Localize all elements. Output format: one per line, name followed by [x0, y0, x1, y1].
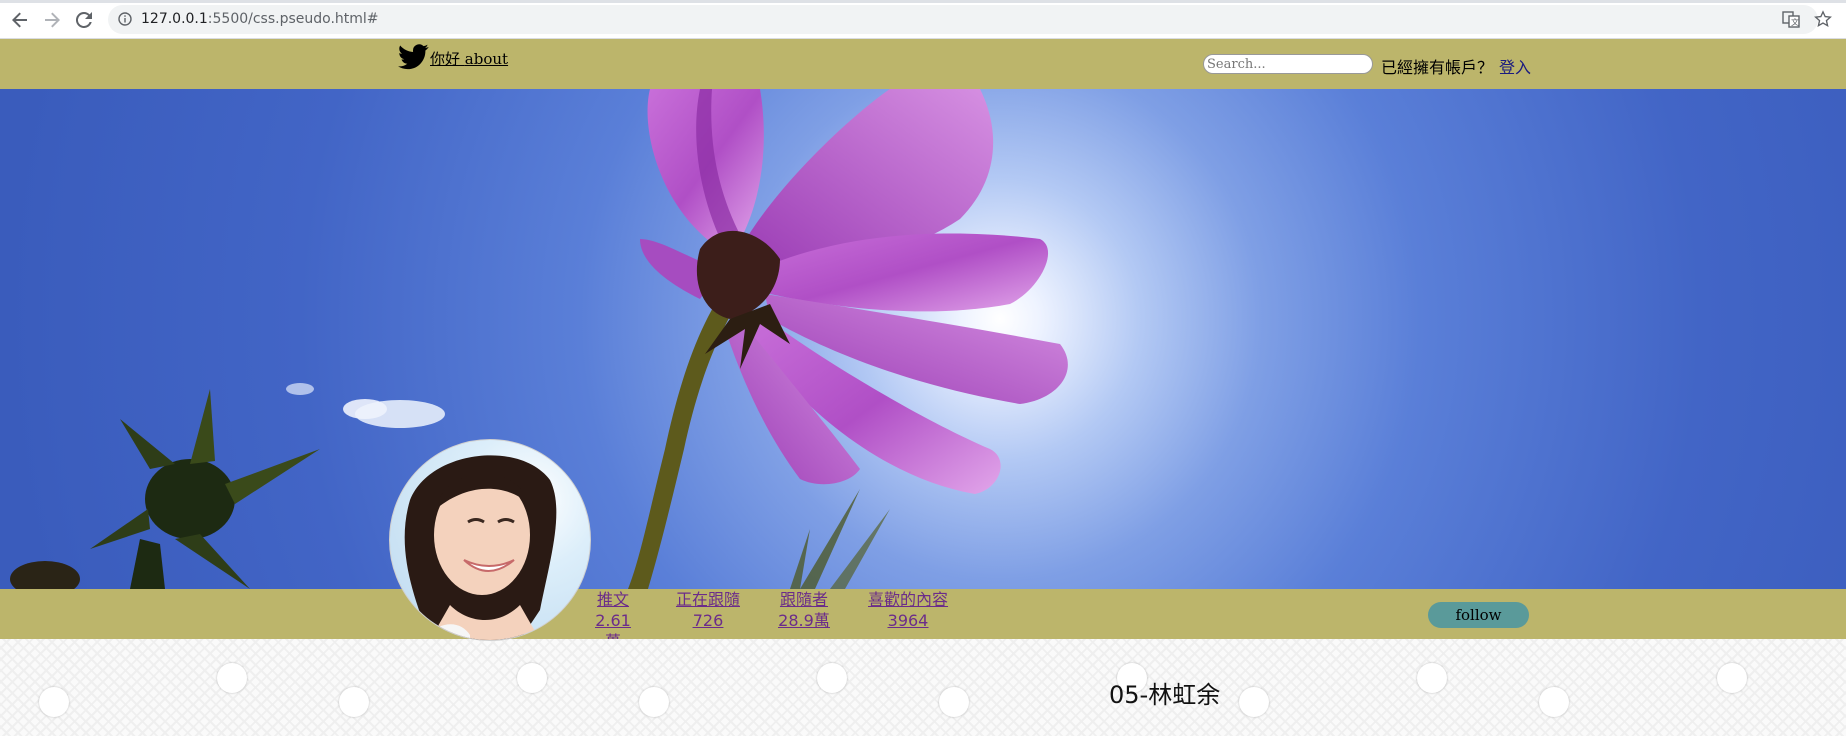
- back-arrow-icon[interactable]: [9, 9, 31, 31]
- pattern-dot: [817, 663, 847, 693]
- account-prompt: 已經擁有帳戶？: [1381, 58, 1494, 77]
- stat-followers[interactable]: 跟隨者 28.9萬: [776, 589, 832, 631]
- translate-icon[interactable]: 文: [1782, 10, 1802, 30]
- stat-label: 喜歡的內容: [868, 590, 949, 609]
- about-text: about: [464, 50, 509, 68]
- pattern-dot: [217, 663, 247, 693]
- pattern-dot: [39, 687, 69, 717]
- stat-label: 正在跟隨: [675, 590, 740, 609]
- pattern-dot: [1417, 663, 1447, 693]
- url-host: 127.0.0.1: [141, 11, 208, 27]
- stat-value: 726: [692, 611, 724, 630]
- top-nav-bar: 你好 about 已經擁有帳戶？ 登入: [0, 39, 1846, 89]
- pattern-dot: [339, 687, 369, 717]
- profile-name: 05-林虹余: [1109, 681, 1221, 709]
- pattern-dot: [1717, 663, 1747, 693]
- stat-likes[interactable]: 喜歡的內容 3964: [868, 589, 948, 631]
- forward-arrow-icon[interactable]: [41, 9, 63, 31]
- stat-label: 跟隨者: [779, 590, 828, 609]
- profile-content-area: 05-林虹余: [0, 639, 1846, 736]
- follow-button[interactable]: follow: [1428, 602, 1529, 628]
- account-area: 已經擁有帳戶？ 登入: [1381, 54, 1531, 78]
- pattern-dot: [517, 663, 547, 693]
- stat-value: 3964: [887, 611, 929, 630]
- flower-illustration: [10, 89, 1068, 589]
- url-text[interactable]: 127.0.0.1:5500/css.pseudo.html#: [141, 11, 379, 27]
- profile-avatar[interactable]: [389, 439, 591, 641]
- greeting-text: 你好: [430, 50, 461, 68]
- hero-banner: [0, 89, 1846, 589]
- stat-value: 28.9萬: [778, 611, 830, 630]
- info-icon[interactable]: [118, 12, 132, 26]
- address-bar[interactable]: 127.0.0.1:5500/css.pseudo.html#: [108, 5, 1818, 34]
- star-icon[interactable]: [1814, 10, 1834, 30]
- brand-link[interactable]: 你好 about: [430, 48, 508, 69]
- search-input[interactable]: [1203, 54, 1373, 74]
- url-path: :5500/css.pseudo.html#: [207, 11, 379, 27]
- stats-bar: 推文 2.61萬 正在跟隨 726 跟隨者 28.9萬 喜歡的內容 3964 f…: [0, 589, 1846, 651]
- brand: 你好 about: [398, 44, 508, 70]
- avatar-portrait: [404, 455, 557, 640]
- pattern-dot: [1539, 687, 1569, 717]
- twitter-bird-icon[interactable]: [398, 44, 429, 70]
- login-link[interactable]: 登入: [1499, 58, 1531, 77]
- pattern-dot: [639, 687, 669, 717]
- browser-toolbar: 127.0.0.1:5500/css.pseudo.html# 文: [0, 0, 1846, 39]
- pattern-dot: [1239, 687, 1269, 717]
- tab-strip-edge: [0, 0, 1846, 3]
- svg-text:文: 文: [1791, 17, 1799, 27]
- stat-label: 推文: [596, 590, 629, 609]
- stat-following[interactable]: 正在跟隨 726: [668, 589, 748, 631]
- reload-icon[interactable]: [73, 9, 95, 31]
- pattern-dot: [939, 687, 969, 717]
